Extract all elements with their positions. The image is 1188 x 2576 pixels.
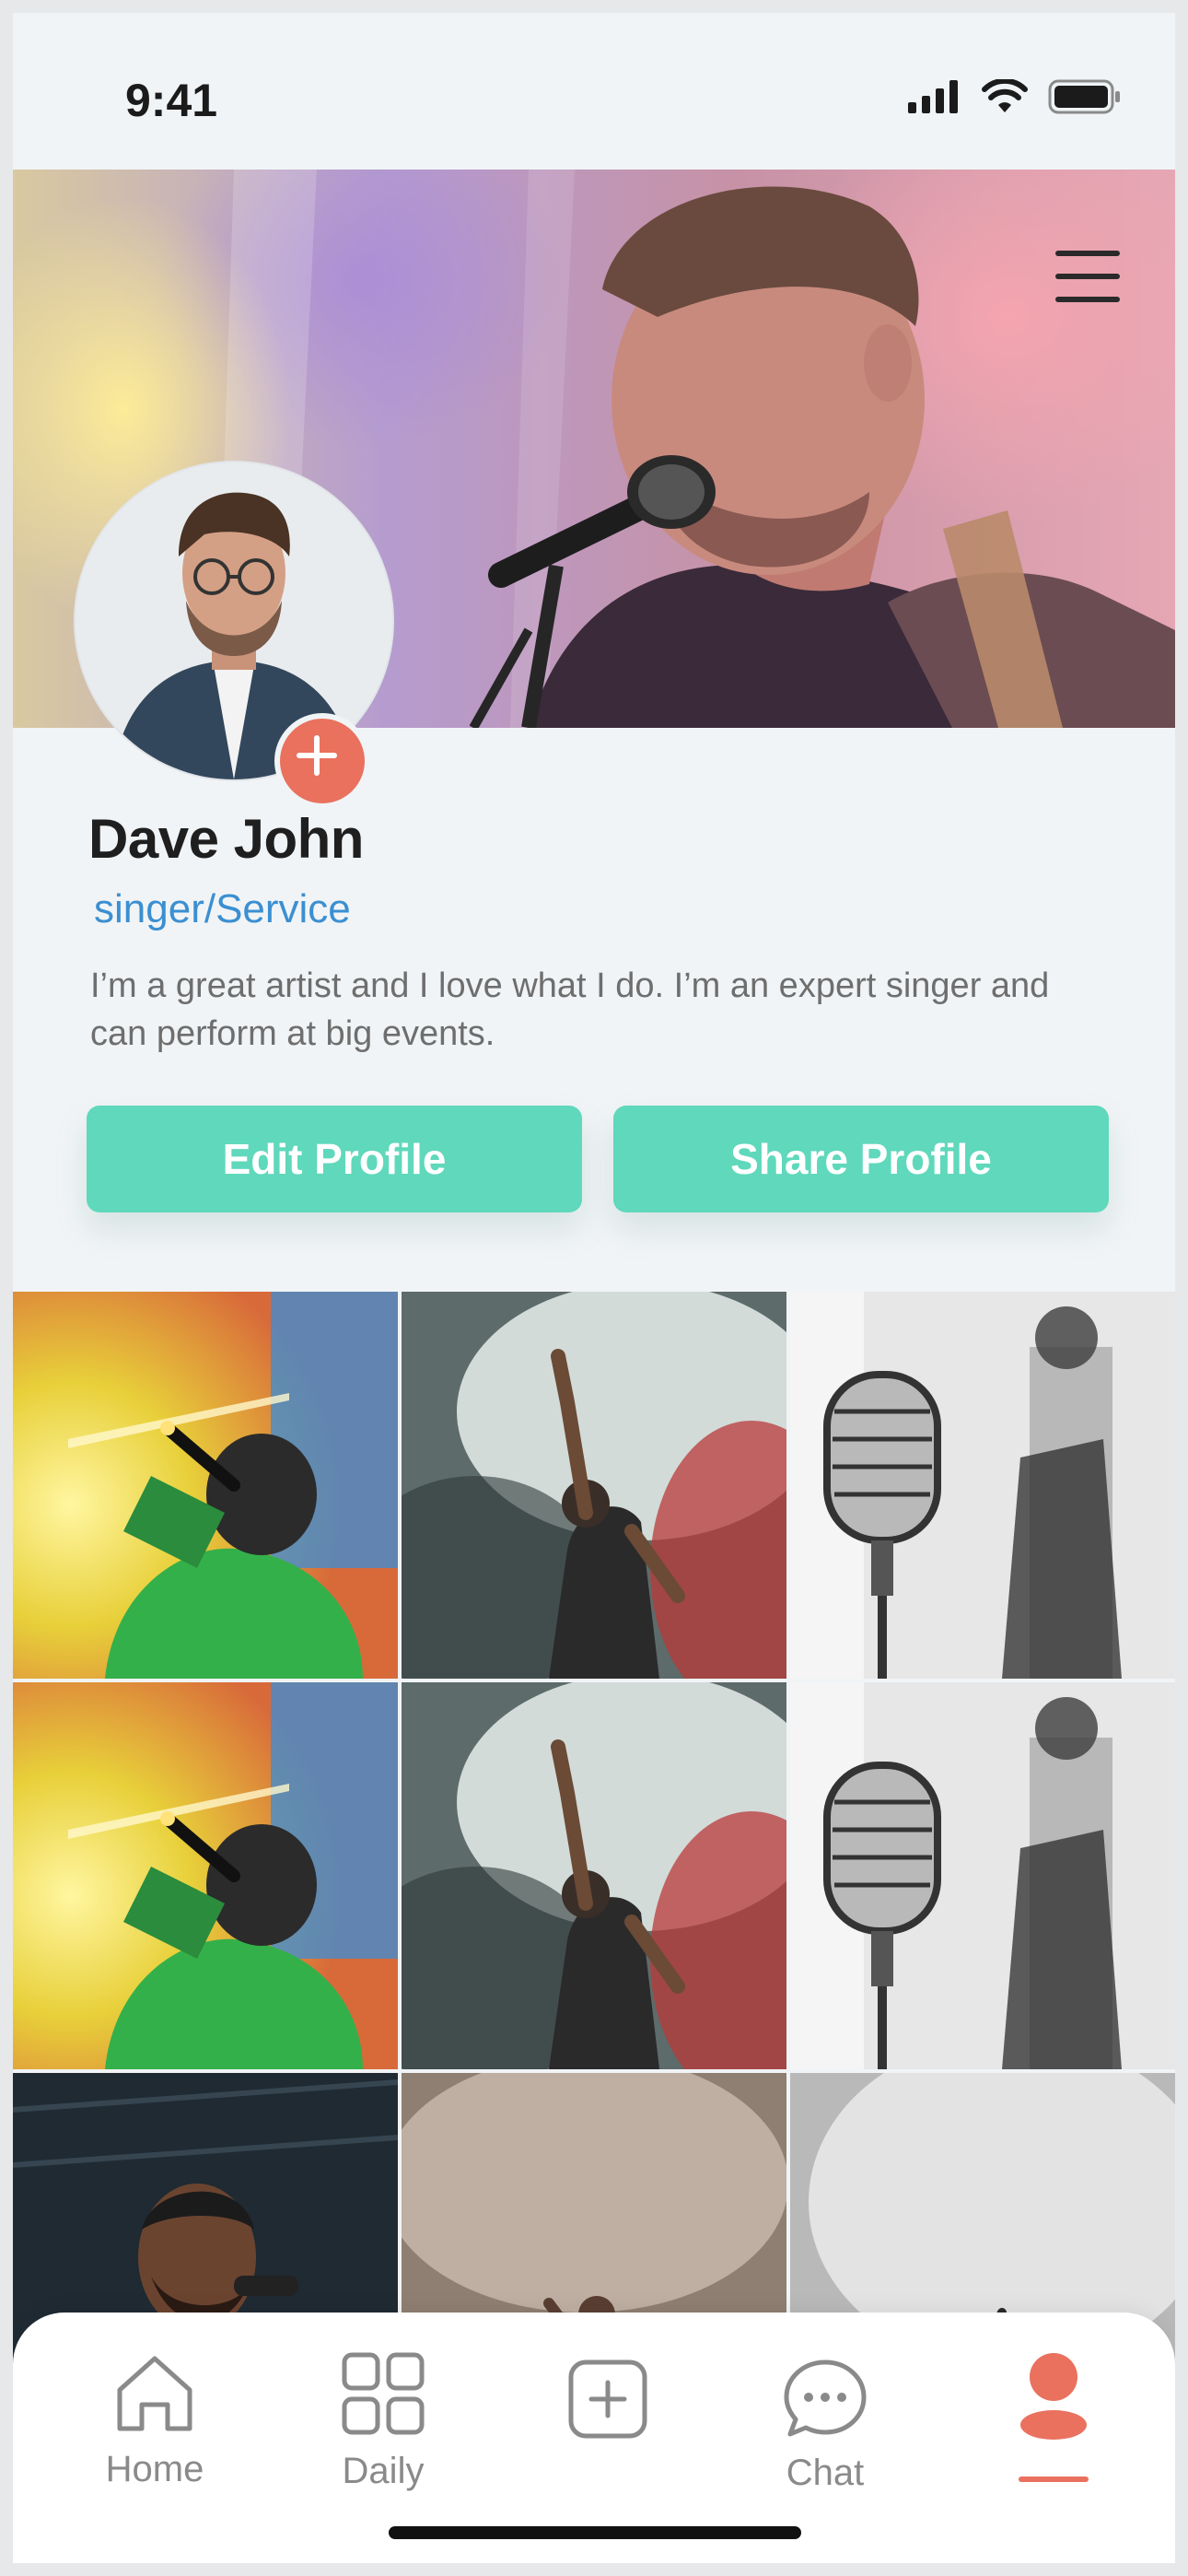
profile-icon xyxy=(1020,2353,1087,2440)
profile-bio: I’m a great artist and I love what I do.… xyxy=(90,966,1050,1053)
nav-label-daily: Daily xyxy=(342,2451,425,2491)
edit-profile-button[interactable]: Edit Profile xyxy=(87,1106,582,1212)
status-time: 9:41 xyxy=(125,75,218,126)
add-post-icon xyxy=(568,2359,647,2439)
gallery-photo-singer-green-spotlight[interactable] xyxy=(13,1292,398,1679)
profile-role-link[interactable]: singer/Service xyxy=(94,886,351,932)
gallery-photo-singer-arm-raised-smoke[interactable] xyxy=(402,1682,786,2069)
menu-button[interactable] xyxy=(1054,249,1122,304)
share-profile-button[interactable]: Share Profile xyxy=(613,1106,1109,1212)
grid-icon xyxy=(342,2352,425,2435)
chat-bubble-icon xyxy=(784,2359,867,2437)
status-icons xyxy=(908,79,1122,114)
cellular-signal-icon xyxy=(908,80,958,113)
nav-item-chat[interactable]: Chat xyxy=(733,2313,917,2524)
home-icon xyxy=(117,2356,192,2431)
nav-item-profile[interactable] xyxy=(961,2313,1146,2524)
active-tab-indicator xyxy=(1019,2476,1089,2482)
nav-item-home[interactable]: Home xyxy=(63,2313,247,2524)
plus-icon xyxy=(297,735,337,776)
gallery-photo-singer-green-spotlight[interactable] xyxy=(13,1682,398,2069)
profile-name: Dave John xyxy=(88,808,364,870)
home-indicator xyxy=(389,2526,801,2539)
gallery-photo-vintage-microphone[interactable] xyxy=(790,1292,1175,1679)
nav-label-home: Home xyxy=(105,2449,204,2489)
gallery-photo-vintage-microphone[interactable] xyxy=(790,1682,1175,2069)
add-avatar-button[interactable] xyxy=(274,713,370,809)
battery-icon xyxy=(1048,79,1120,114)
nav-item-daily[interactable]: Daily xyxy=(291,2313,475,2524)
nav-item-add-post[interactable] xyxy=(516,2313,700,2524)
wifi-icon xyxy=(982,79,1028,112)
nav-label-chat: Chat xyxy=(786,2453,865,2493)
phone-screen: 9:41 Dave John singer/Service I’m a grea… xyxy=(13,13,1175,2563)
gallery-photo-singer-arm-raised-smoke[interactable] xyxy=(402,1292,786,1679)
status-bar: 9:41 xyxy=(13,13,1175,170)
hamburger-menu-icon xyxy=(1055,251,1120,302)
